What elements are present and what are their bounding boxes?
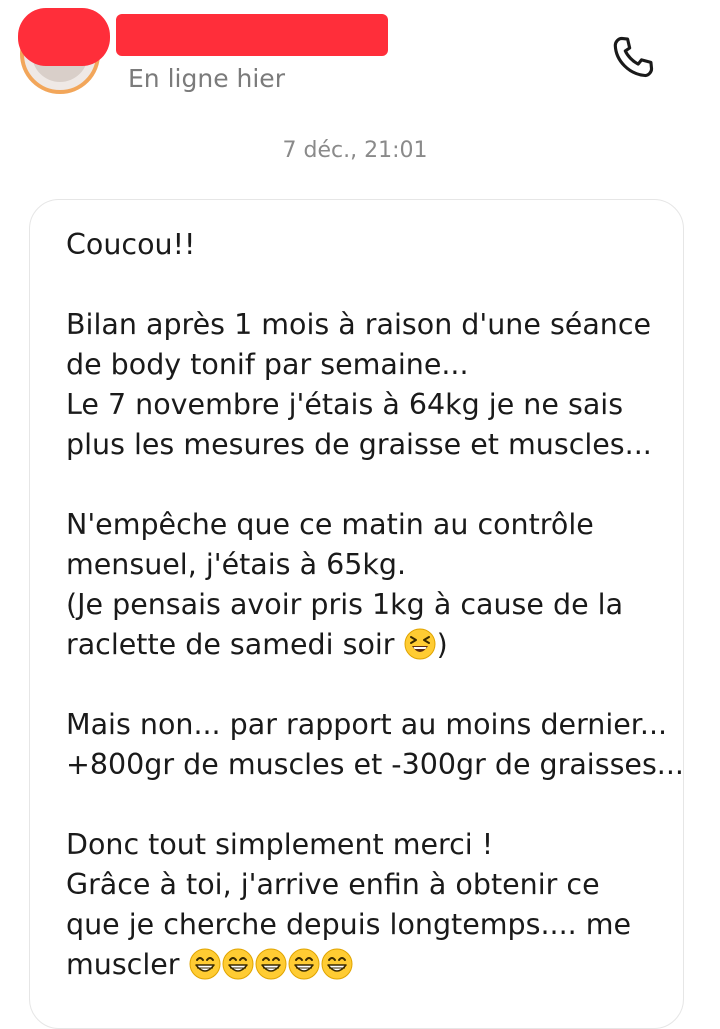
call-button[interactable]: [602, 30, 664, 86]
message-line-text: ): [436, 628, 448, 661]
message-line: muscler: [66, 945, 354, 985]
message-timestamp: 7 déc., 21:01: [282, 138, 428, 163]
beaming-face-icon: [222, 948, 254, 980]
message-line: plus les mesures de graisse et muscles..…: [66, 428, 652, 461]
message-line: Grâce à toi, j'arrive enfin à obtenir ce: [66, 868, 600, 901]
redaction-mark-name: [116, 14, 388, 56]
message-line: Le 7 novembre j'étais à 64kg je ne sais: [66, 388, 624, 421]
message-line: (Je pensais avoir pris 1kg à cause de la: [66, 588, 624, 621]
message-line: Donc tout simplement merci !: [66, 828, 494, 861]
message-line: de body tonif par semaine...: [66, 348, 469, 381]
chat-header: En ligne hier: [0, 0, 720, 110]
phone-icon: [613, 36, 654, 78]
message-line: mensuel, j'étais à 65kg.: [66, 548, 407, 581]
beaming-face-icon: [288, 948, 320, 980]
beaming-face-icon: [255, 948, 287, 980]
message-line-text: raclette de samedi soir: [66, 628, 404, 661]
message-line: Coucou!!: [66, 228, 196, 261]
message-line: +800gr de muscles et -300gr de graisses.…: [66, 748, 684, 781]
redaction-mark-avatar: [18, 8, 110, 66]
message-line: raclette de samedi soir ): [66, 625, 448, 665]
beaming-face-icon: [321, 948, 353, 980]
beaming-face-icon: [189, 948, 221, 980]
message-line: Mais non... par rapport au moins dernier…: [66, 708, 668, 741]
message-line: que je cherche depuis longtemps.... me: [66, 908, 632, 941]
message-line-text: muscler: [66, 948, 189, 981]
grinning-squinting-face-icon: [404, 628, 436, 660]
online-status: En ligne hier: [128, 64, 285, 93]
message-line: N'empêche que ce matin au contrôle: [66, 508, 594, 541]
message-line: Bilan après 1 mois à raison d'une séance: [66, 308, 652, 341]
